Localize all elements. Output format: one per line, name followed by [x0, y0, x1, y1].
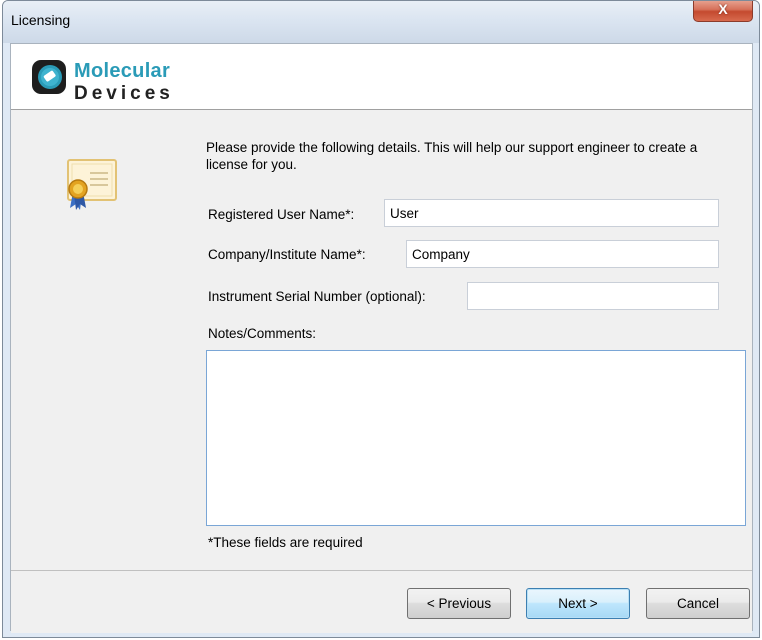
- cancel-button[interactable]: Cancel: [646, 588, 750, 619]
- company-name-input[interactable]: [406, 240, 719, 268]
- close-icon: X: [718, 1, 728, 17]
- user-name-input[interactable]: [384, 199, 719, 227]
- licensing-dialog: Licensing X Molecular Devices Please pro…: [2, 0, 760, 638]
- certificate-icon: [67, 159, 117, 210]
- company-name-label: Company/Institute Name*:: [208, 247, 366, 262]
- serial-number-input[interactable]: [467, 282, 719, 310]
- previous-button[interactable]: < Previous: [407, 588, 511, 619]
- intro-text: Please provide the following details. Th…: [206, 140, 698, 172]
- window-title: Licensing: [11, 12, 71, 28]
- next-button[interactable]: Next >: [526, 588, 630, 619]
- header-banner: Molecular Devices: [11, 44, 752, 110]
- logo-text-molecular: Molecular: [74, 60, 171, 82]
- form-content: Please provide the following details. Th…: [11, 110, 752, 530]
- molecular-devices-logo-icon: [32, 60, 66, 94]
- serial-number-label: Instrument Serial Number (optional):: [208, 289, 426, 304]
- user-name-label: Registered User Name*:: [208, 207, 355, 222]
- dialog-client-area: Molecular Devices Please provide the fol…: [10, 43, 753, 633]
- notes-label: Notes/Comments:: [208, 326, 317, 341]
- logo-text-devices: Devices: [74, 83, 174, 104]
- notes-textarea[interactable]: [206, 350, 746, 526]
- required-fields-note: *These fields are required: [208, 535, 363, 550]
- button-bar: < Previous Next > Cancel: [11, 570, 752, 633]
- close-button[interactable]: X: [693, 1, 753, 22]
- title-bar[interactable]: Licensing X: [3, 1, 759, 43]
